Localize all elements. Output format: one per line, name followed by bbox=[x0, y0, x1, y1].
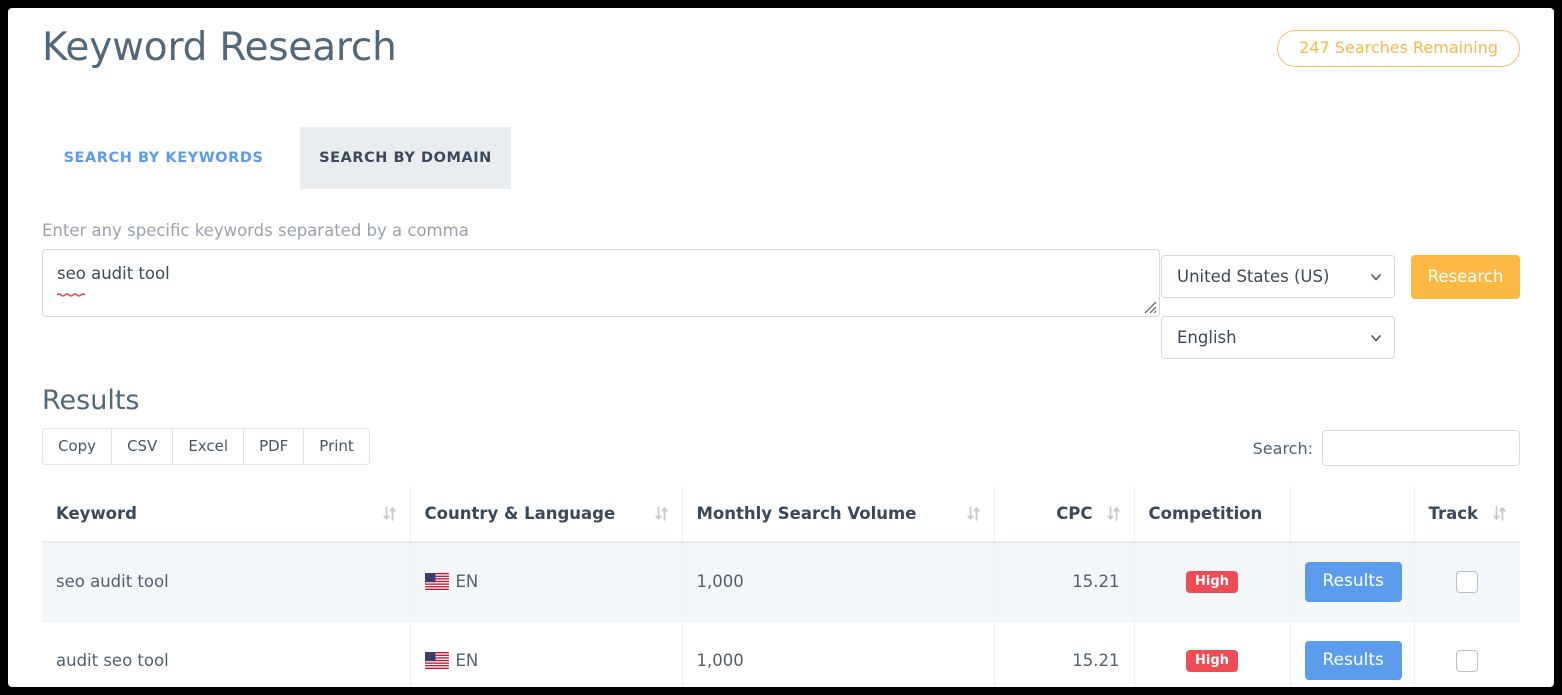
us-flag-icon bbox=[425, 652, 449, 669]
cell-language: EN bbox=[456, 651, 479, 670]
cell-volume: 1,000 bbox=[682, 542, 994, 621]
cell-competition: High bbox=[1134, 542, 1290, 621]
export-excel-button[interactable]: Excel bbox=[173, 429, 244, 464]
table-header-row: Keyword Country & Language bbox=[42, 487, 1520, 542]
column-header-country-language[interactable]: Country & Language bbox=[410, 487, 682, 542]
column-label: Keyword bbox=[56, 504, 137, 523]
searches-remaining-badge: 247 Searches Remaining bbox=[1277, 30, 1520, 67]
row-results-button[interactable]: Results bbox=[1305, 641, 1402, 681]
country-select-value: United States (US) bbox=[1177, 267, 1370, 286]
cell-keyword: audit seo tool bbox=[42, 621, 410, 687]
table-search-input[interactable] bbox=[1322, 430, 1520, 466]
tab-search-by-domain[interactable]: SEARCH BY DOMAIN bbox=[300, 127, 511, 189]
table-search-label: Search: bbox=[1253, 439, 1313, 458]
table-row: seo audit tool bbox=[42, 542, 1520, 621]
track-checkbox[interactable] bbox=[1456, 650, 1478, 672]
column-header-track[interactable]: Track bbox=[1414, 487, 1520, 542]
cell-country-language: EN bbox=[410, 542, 682, 621]
export-button-group: Copy CSV Excel PDF Print bbox=[42, 428, 370, 465]
sort-icon[interactable] bbox=[655, 506, 668, 521]
column-header-monthly-search-volume[interactable]: Monthly Search Volume bbox=[682, 487, 994, 542]
chevron-down-icon bbox=[1370, 332, 1382, 344]
keywords-hint-label: Enter any specific keywords separated by… bbox=[42, 221, 1520, 240]
column-label: Monthly Search Volume bbox=[697, 504, 917, 523]
cell-volume: 1,000 bbox=[682, 621, 994, 687]
research-button[interactable]: Research bbox=[1411, 255, 1520, 299]
export-pdf-button[interactable]: PDF bbox=[244, 429, 304, 464]
cell-country-language: EN bbox=[410, 621, 682, 687]
us-flag-icon bbox=[425, 573, 449, 590]
column-header-actions bbox=[1290, 487, 1414, 542]
track-checkbox[interactable] bbox=[1456, 571, 1478, 593]
column-label: Track bbox=[1429, 504, 1478, 523]
cell-cpc: 15.21 bbox=[994, 621, 1134, 687]
results-table: Keyword Country & Language bbox=[42, 487, 1520, 687]
tab-search-by-keywords[interactable]: SEARCH BY KEYWORDS bbox=[52, 127, 275, 189]
page-content: Keyword Research 247 Searches Remaining … bbox=[8, 8, 1554, 687]
country-select[interactable]: United States (US) bbox=[1161, 255, 1395, 298]
sort-icon[interactable] bbox=[383, 506, 396, 521]
sort-icon[interactable] bbox=[1107, 506, 1120, 521]
chevron-down-icon bbox=[1370, 271, 1382, 283]
export-csv-button[interactable]: CSV bbox=[112, 429, 173, 464]
cell-track bbox=[1414, 621, 1520, 687]
export-copy-button[interactable]: Copy bbox=[43, 429, 112, 464]
cell-competition: High bbox=[1134, 621, 1290, 687]
search-form: United States (US) English Research bbox=[42, 249, 1520, 367]
export-print-button[interactable]: Print bbox=[304, 429, 369, 464]
cell-keyword: seo audit tool bbox=[42, 542, 410, 621]
competition-badge: High bbox=[1186, 571, 1238, 593]
column-label: Country & Language bbox=[425, 504, 616, 523]
cell-cpc: 15.21 bbox=[994, 542, 1134, 621]
sort-icon[interactable] bbox=[1493, 506, 1506, 521]
cell-action: Results bbox=[1290, 542, 1414, 621]
sort-icon[interactable] bbox=[967, 506, 980, 521]
column-header-competition: Competition bbox=[1134, 487, 1290, 542]
search-mode-tabs: SEARCH BY KEYWORDS SEARCH BY DOMAIN bbox=[42, 127, 1520, 195]
language-select[interactable]: English bbox=[1161, 316, 1395, 359]
page-title: Keyword Research bbox=[42, 27, 397, 70]
browser-frame: Keyword Research 247 Searches Remaining … bbox=[0, 0, 1562, 695]
competition-badge: High bbox=[1186, 650, 1238, 672]
keywords-input[interactable] bbox=[42, 249, 1160, 317]
column-header-keyword[interactable]: Keyword bbox=[42, 487, 410, 542]
language-select-value: English bbox=[1177, 328, 1370, 347]
row-results-button[interactable]: Results bbox=[1305, 562, 1402, 602]
page-header: Keyword Research 247 Searches Remaining bbox=[42, 8, 1520, 104]
column-header-cpc[interactable]: CPC bbox=[994, 487, 1134, 542]
column-label: Competition bbox=[1149, 504, 1263, 523]
page-canvas: Keyword Research 247 Searches Remaining … bbox=[8, 8, 1554, 687]
cell-language: EN bbox=[456, 572, 479, 591]
table-search: Search: bbox=[1253, 430, 1520, 466]
table-row: audit seo tool bbox=[42, 621, 1520, 687]
cell-track bbox=[1414, 542, 1520, 621]
cell-action: Results bbox=[1290, 621, 1414, 687]
column-label: CPC bbox=[1056, 504, 1092, 523]
results-toolbar: Copy CSV Excel PDF Print Search: bbox=[42, 428, 1520, 486]
results-heading: Results bbox=[42, 385, 1520, 416]
